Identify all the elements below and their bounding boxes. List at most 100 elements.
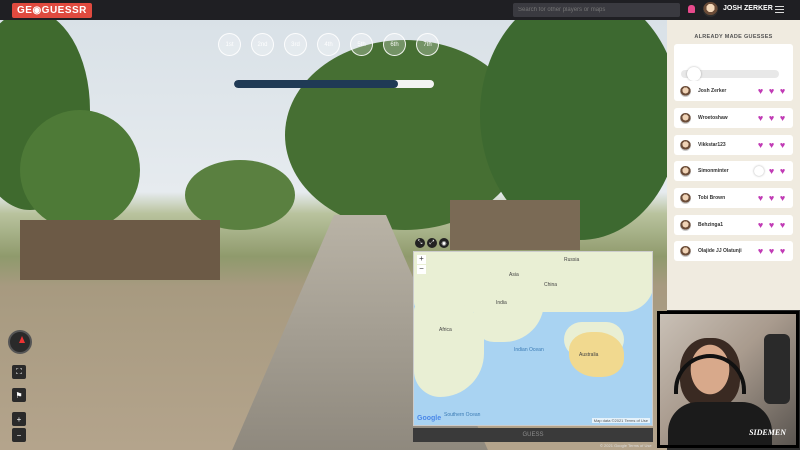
player-lives: ♥ ♥ (754, 166, 787, 176)
heart-icon: ♥ (757, 113, 764, 123)
label-india: India (496, 300, 507, 306)
player-avatar (680, 139, 691, 151)
label-australia: Australia (579, 352, 599, 358)
player-name: Wroetoshaw (698, 115, 728, 121)
player-avatar (680, 85, 691, 97)
heart-icon: ♥ (779, 140, 786, 150)
round-indicators: 1st 2nd 3rd 4th 5th 6th 7th (218, 33, 439, 56)
heart-icon: ♥ (757, 86, 764, 96)
top-bar: GE◉GUESSR JOSH ZERKER (0, 0, 800, 20)
player-avatar (680, 112, 691, 124)
round-7: 7th (416, 33, 439, 56)
land-india (474, 302, 544, 342)
player-name: Tobi Brown (698, 195, 726, 201)
player-name: Vikkstar123 (698, 142, 726, 148)
zoom-in-button[interactable]: + (12, 412, 26, 426)
label-asia: Asia (509, 272, 519, 278)
label-russia: Russia (564, 257, 580, 263)
tree (20, 110, 140, 230)
pin-map-icon[interactable]: ◉ (439, 238, 449, 248)
search-input[interactable] (513, 3, 680, 17)
market-stall (20, 220, 220, 280)
gaming-chair (764, 334, 790, 404)
guess-map[interactable]: + − Russia China Asia India Africa India… (413, 251, 653, 426)
slider-knob[interactable] (687, 67, 701, 81)
player-avatar (680, 245, 691, 257)
heart-icon: ♥ (768, 166, 775, 176)
heart-icon: ♥ (768, 86, 775, 96)
player-avatar (680, 165, 691, 177)
player-name: Olajide JJ Olatunji (698, 248, 742, 254)
player-lives: ♥ ♥ ♥ (756, 246, 787, 256)
player-lives: ♥ ♥ ♥ (756, 140, 787, 150)
zoom-out-button[interactable]: − (12, 428, 26, 442)
round-6: 6th (383, 33, 406, 56)
timer-fill (234, 80, 398, 88)
player-name: Behzinga1 (698, 222, 724, 228)
timer-bar (234, 80, 434, 88)
heart-icon: ♥ (779, 193, 786, 203)
player-row[interactable]: Tobi Brown ♥ ♥ ♥ (674, 188, 793, 208)
guess-button[interactable]: GUESS (413, 428, 653, 442)
compass-icon[interactable] (8, 330, 32, 354)
geoguessr-logo[interactable]: GE◉GUESSR (12, 3, 92, 18)
round-3: 3rd (284, 33, 307, 56)
username[interactable]: JOSH ZERKER (723, 5, 773, 12)
expand-map-icon[interactable]: ⤢ (427, 238, 437, 248)
heart-icon: ♥ (768, 193, 775, 203)
player-avatar (680, 219, 691, 231)
heart-icon: ♥ (757, 220, 764, 230)
label-southern-ocean: Southern Ocean (444, 412, 481, 418)
panel-title: ALREADY MADE GUESSES (694, 34, 773, 40)
player-row[interactable]: Olajide JJ Olatunji ♥ ♥ ♥ (674, 241, 793, 261)
heart-icon: ♥ (768, 113, 775, 123)
avatar[interactable] (703, 2, 718, 17)
player-row[interactable]: Josh Zerker ♥ ♥ ♥ (674, 81, 793, 101)
label-africa: Africa (439, 327, 452, 333)
guesses-slider[interactable] (681, 67, 779, 81)
label-china: China (544, 282, 558, 288)
player-lives: ♥ ♥ ♥ (756, 220, 787, 230)
heart-icon: ♥ (768, 140, 775, 150)
player-name: Simonminter (698, 168, 729, 174)
player-avatar (680, 192, 691, 204)
heart-icon: ♥ (779, 113, 786, 123)
shrink-map-icon[interactable]: ⤡ (415, 238, 425, 248)
player-row[interactable]: Wroetoshaw ♥ ♥ ♥ (674, 108, 793, 128)
map-zoom-controls: + − (417, 255, 426, 275)
player-row[interactable]: Behzinga1 ♥ ♥ ♥ (674, 215, 793, 235)
google-logo: Google (417, 415, 442, 422)
round-5: 5th (350, 33, 373, 56)
player-name: Josh Zerker (698, 88, 727, 94)
player-toggle[interactable] (754, 166, 764, 176)
fullscreen-icon[interactable]: ⛶ (12, 365, 26, 379)
map-zoom-out-button[interactable]: − (417, 265, 426, 274)
round-2: 2nd (251, 33, 274, 56)
round-1: 1st (218, 33, 241, 56)
map-toolbar: ⤡ ⤢ ◉ (415, 238, 449, 248)
heart-icon: ♥ (768, 246, 775, 256)
copyright-text: © 2021 Google Terms of Use (600, 443, 652, 448)
heart-icon: ♥ (757, 140, 764, 150)
player-lives: ♥ ♥ ♥ (756, 86, 787, 96)
guesses-panel: ALREADY MADE GUESSES Josh Zerker ♥ ♥ ♥ Wroet… (667, 20, 800, 310)
webcam-feed: SIDEMEN (660, 314, 796, 445)
heart-icon: ♥ (779, 246, 786, 256)
sidemen-logo: SIDEMEN (749, 428, 786, 437)
player-row[interactable]: Simonminter ♥ ♥ (674, 161, 793, 181)
heart-icon: ♥ (779, 86, 786, 96)
heart-icon: ♥ (779, 166, 786, 176)
player-row[interactable]: Vikkstar123 ♥ ♥ ♥ (674, 135, 793, 155)
round-4: 4th (317, 33, 340, 56)
bell-icon[interactable] (688, 5, 695, 13)
streamer-body (668, 402, 772, 445)
player-lives: ♥ ♥ ♥ (756, 193, 787, 203)
heart-icon: ♥ (757, 246, 764, 256)
map-footer[interactable]: Map data ©2021 Terms of Use (591, 418, 650, 423)
player-lives: ♥ ♥ ♥ (756, 113, 787, 123)
menu-icon[interactable] (775, 6, 784, 13)
map-zoom-in-button[interactable]: + (417, 255, 426, 264)
building (450, 200, 580, 250)
heart-icon: ♥ (757, 193, 764, 203)
flag-icon[interactable]: ⚑ (12, 388, 26, 402)
